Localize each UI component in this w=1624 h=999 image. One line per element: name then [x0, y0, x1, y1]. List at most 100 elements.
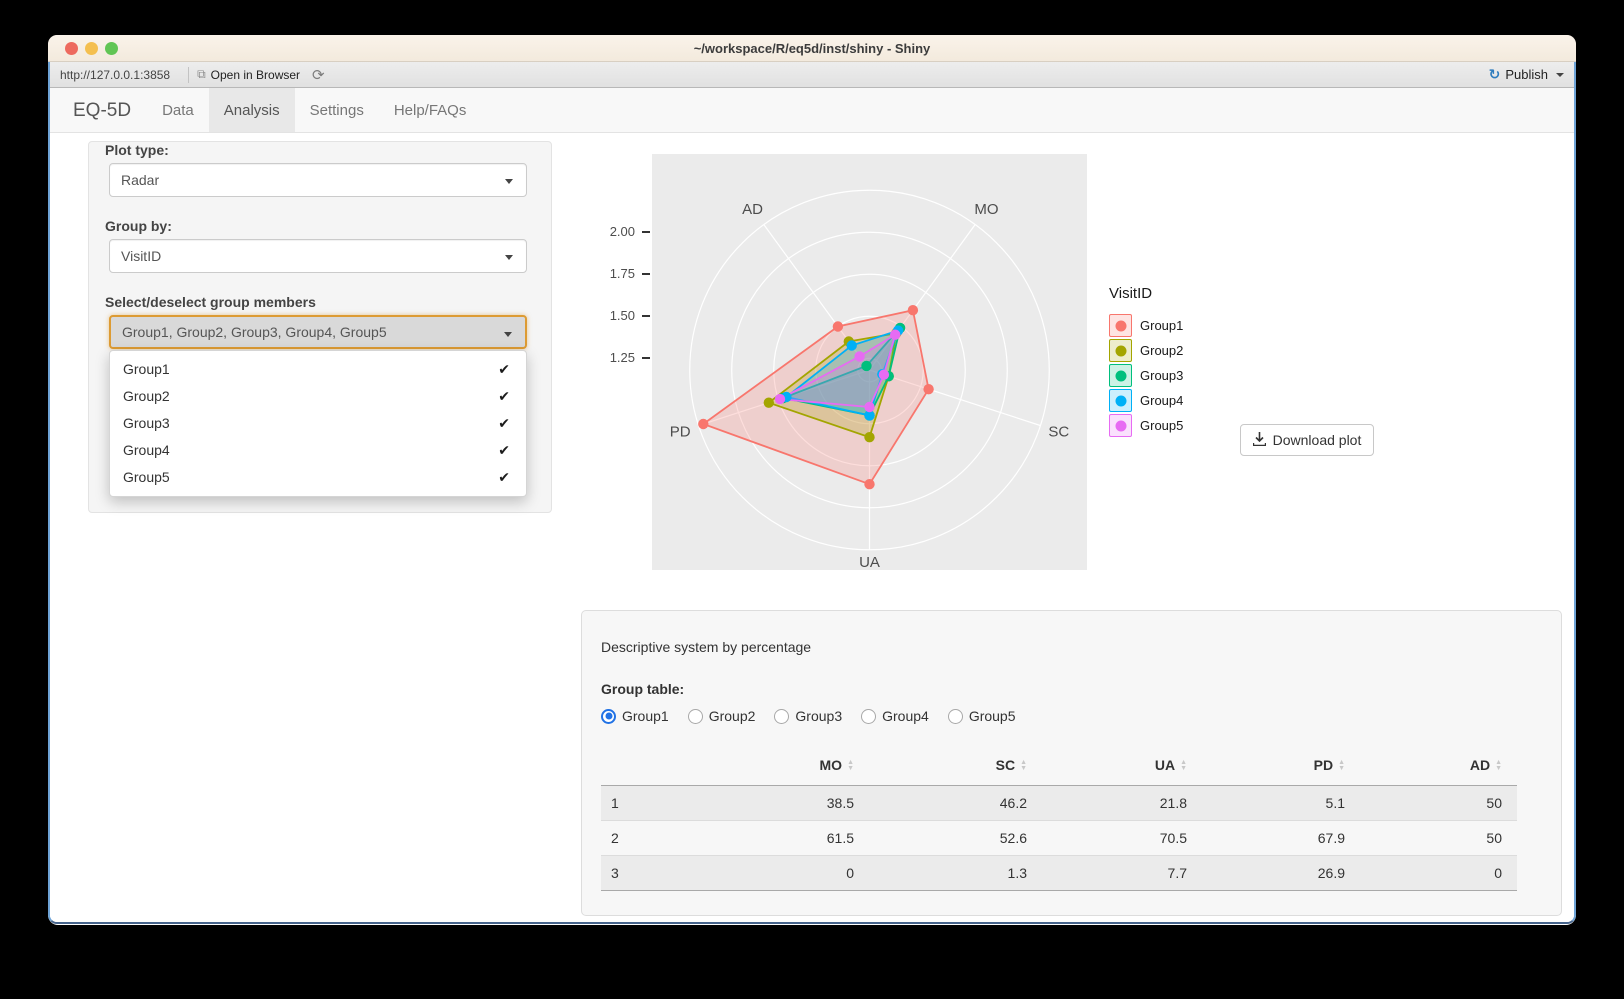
group-members-select[interactable]: Group1, Group2, Group3, Group4, Group5 — [109, 315, 527, 349]
legend-item: Group2 — [1109, 338, 1183, 363]
table-row: 261.552.670.567.950 — [601, 820, 1517, 855]
open-in-browser-label: Open in Browser — [211, 68, 300, 82]
traffic-lights — [65, 42, 118, 55]
tab-help-faqs[interactable]: Help/FAQs — [379, 88, 482, 132]
table-cell: 21.8 — [1042, 785, 1202, 820]
col-rownames — [601, 745, 665, 785]
group-members-value: Group1, Group2, Group3, Group4, Group5 — [122, 324, 387, 340]
col-header-pd[interactable]: PD▲▼ — [1202, 745, 1360, 785]
window-title: ~/workspace/R/eq5d/inst/shiny - Shiny — [694, 41, 931, 56]
group-by-select[interactable]: VisitID — [109, 239, 527, 273]
legend-title: VisitID — [1109, 285, 1183, 302]
reload-icon[interactable]: ⟳ — [312, 66, 325, 84]
check-icon: ✔ — [498, 437, 510, 464]
sort-icon[interactable]: ▲▼ — [1338, 760, 1345, 772]
table-cell: 46.2 — [869, 785, 1042, 820]
table-cell: 38.5 — [665, 785, 869, 820]
table-cell: 50 — [1360, 785, 1517, 820]
navbar: EQ-5D DataAnalysisSettingsHelp/FAQs — [50, 88, 1574, 133]
radio-icon — [688, 709, 703, 724]
radio-group3[interactable]: Group3 — [774, 708, 842, 724]
radial-tick-mark — [642, 315, 650, 317]
col-header-ad[interactable]: AD▲▼ — [1360, 745, 1517, 785]
radio-icon — [601, 709, 616, 724]
check-icon: ✔ — [498, 383, 510, 410]
navbar-brand[interactable]: EQ-5D — [73, 88, 131, 132]
row-name: 1 — [601, 785, 665, 820]
tab-analysis[interactable]: Analysis — [209, 88, 295, 132]
radial-tick-label: 1.50 — [577, 308, 635, 323]
col-header-mo[interactable]: MO▲▼ — [665, 745, 869, 785]
zoom-window-button[interactable] — [105, 42, 118, 55]
menu-item-group5[interactable]: Group5✔ — [110, 464, 526, 491]
legend-dot-icon — [1115, 345, 1126, 356]
legend-dot-icon — [1115, 320, 1126, 331]
menu-item-group1[interactable]: Group1✔ — [110, 356, 526, 383]
radio-group1[interactable]: Group1 — [601, 708, 669, 724]
radio-group2[interactable]: Group2 — [688, 708, 756, 724]
row-name: 2 — [601, 820, 665, 855]
tab-settings[interactable]: Settings — [295, 88, 379, 132]
publish-caret-icon[interactable] — [1556, 73, 1564, 77]
chevron-down-icon — [505, 255, 513, 260]
table-row: 138.546.221.85.150 — [601, 785, 1517, 820]
radio-label: Group4 — [882, 708, 929, 724]
svg-text:PD: PD — [670, 424, 691, 441]
table-cell: 52.6 — [869, 820, 1042, 855]
table-cell: 1.3 — [869, 855, 1042, 890]
radio-label: Group5 — [969, 708, 1016, 724]
table-cell: 50 — [1360, 820, 1517, 855]
menu-item-group3[interactable]: Group3✔ — [110, 410, 526, 437]
radio-label: Group1 — [622, 708, 669, 724]
radio-group4[interactable]: Group4 — [861, 708, 929, 724]
radio-label: Group2 — [709, 708, 756, 724]
check-icon: ✔ — [498, 356, 510, 383]
check-icon: ✔ — [498, 410, 510, 437]
table-cell: 67.9 — [1202, 820, 1360, 855]
svg-text:AD: AD — [742, 201, 763, 218]
legend-label: Group1 — [1140, 318, 1183, 333]
sort-icon[interactable]: ▲▼ — [847, 760, 854, 772]
group-members-label: Select/deselect group members — [105, 294, 316, 310]
minimize-window-button[interactable] — [85, 42, 98, 55]
legend-dot-icon — [1115, 370, 1126, 381]
radial-tick-mark — [642, 357, 650, 359]
legend-item: Group1 — [1109, 313, 1183, 338]
group-by-value: VisitID — [121, 248, 161, 264]
radio-group5[interactable]: Group5 — [948, 708, 1016, 724]
sort-icon[interactable]: ▲▼ — [1020, 760, 1027, 772]
chevron-down-icon — [505, 179, 513, 184]
check-icon: ✔ — [498, 464, 510, 491]
close-window-button[interactable] — [65, 42, 78, 55]
download-plot-button[interactable]: Download plot — [1240, 424, 1374, 456]
main-content: Plot type: Radar Group by: VisitID Selec… — [50, 133, 1574, 923]
legend-dot-icon — [1115, 420, 1126, 431]
radial-tick-label: 1.25 — [577, 350, 635, 365]
plot-type-value: Radar — [121, 172, 159, 188]
table-subtitle: Descriptive system by percentage — [601, 639, 811, 655]
legend-label: Group4 — [1140, 393, 1183, 408]
sort-icon[interactable]: ▲▼ — [1180, 760, 1187, 772]
sort-icon[interactable]: ▲▼ — [1495, 760, 1502, 772]
plot-legend: VisitID Group1Group2Group3Group4Group5 — [1109, 285, 1183, 438]
plot-type-select[interactable]: Radar — [109, 163, 527, 197]
legend-item: Group4 — [1109, 388, 1183, 413]
publish-button[interactable]: Publish — [1505, 67, 1548, 82]
radar-plot: MOSCUAPDAD — [652, 154, 1087, 570]
tab-data[interactable]: Data — [147, 88, 209, 132]
col-header-sc[interactable]: SC▲▼ — [869, 745, 1042, 785]
table-cell: 70.5 — [1042, 820, 1202, 855]
radial-tick-mark — [642, 231, 650, 233]
radial-tick-label: 2.00 — [577, 224, 635, 239]
toolbar-separator — [188, 67, 189, 83]
legend-item: Group5 — [1109, 413, 1183, 438]
col-header-ua[interactable]: UA▲▼ — [1042, 745, 1202, 785]
legend-key-swatch — [1109, 339, 1132, 362]
address-text: http://127.0.0.1:3858 — [60, 68, 170, 82]
open-in-browser-button[interactable]: ⧉ Open in Browser — [197, 67, 300, 82]
table-row: 301.37.726.90 — [601, 855, 1517, 890]
menu-item-group4[interactable]: Group4✔ — [110, 437, 526, 464]
legend-dot-icon — [1115, 395, 1126, 406]
legend-key-swatch — [1109, 414, 1132, 437]
menu-item-group2[interactable]: Group2✔ — [110, 383, 526, 410]
